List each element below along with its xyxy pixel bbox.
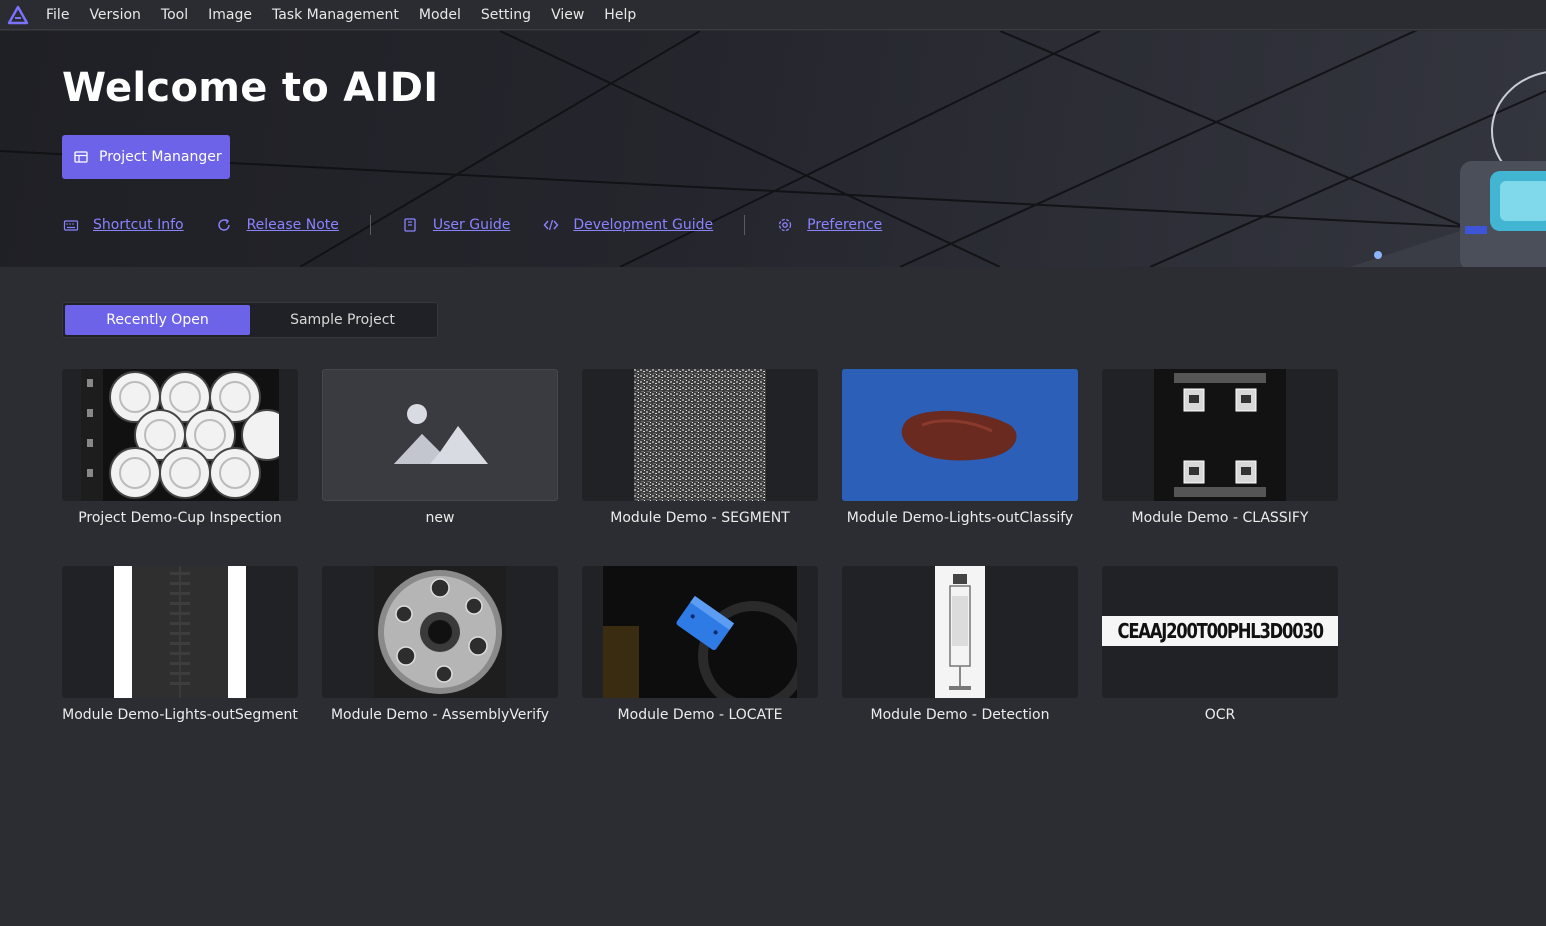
image-placeholder-icon [394,404,488,464]
project-name: Module Demo-Lights-outClassify [846,510,1074,526]
welcome-banner: Welcome to AIDI Project Mananger Shortcu… [0,31,1546,267]
page-title: Welcome to AIDI [62,65,439,111]
project-thumbnail [842,369,1078,501]
quick-links: Shortcut Info Release Note User Guide De… [62,214,882,236]
project-card[interactable]: Module Demo - CLASSIFY [1102,369,1338,526]
project-card[interactable]: Module Demo-Lights-outClassify [842,369,1078,526]
link-divider [369,215,371,235]
project-card[interactable]: Module Demo - Detection [842,566,1078,723]
book-icon [402,217,419,234]
project-name: OCR [1204,707,1236,723]
project-card[interactable]: Project Demo-Cup Inspection [62,369,298,526]
app-logo-icon[interactable] [0,0,36,30]
project-card[interactable]: Module Demo - AssemblyVerify [322,566,558,723]
menubar: File Version Tool Image Task Management … [0,0,1546,30]
preference-label: Preference [807,217,883,233]
project-manager-label: Project Mananger [99,149,222,165]
menu-image[interactable]: Image [198,0,262,30]
project-card[interactable]: new [322,369,558,526]
project-thumbnail: CEAAJ200T00PHL3D0030 [1102,566,1338,698]
menu-version[interactable]: Version [79,0,150,30]
project-thumbnail [842,566,1078,698]
menu-view[interactable]: View [541,0,594,30]
user-guide-label: User Guide [432,217,511,233]
shortcut-info-label: Shortcut Info [93,217,184,233]
tab-sample-project[interactable]: Sample Project [250,305,435,335]
project-name: Module Demo - AssemblyVerify [330,707,550,723]
project-thumbnail [322,369,558,501]
project-card[interactable]: Module Demo - LOCATE [582,566,818,723]
code-icon [542,217,559,234]
project-name: Project Demo-Cup Inspection [78,510,282,526]
refresh-icon [216,217,233,234]
project-name: Module Demo-Lights-outSegment [62,707,298,723]
project-name: Module Demo - CLASSIFY [1131,510,1309,526]
project-name: Module Demo - SEGMENT [610,510,790,526]
project-thumbnail [322,566,558,698]
keyboard-icon [62,217,79,234]
tab-recently-open[interactable]: Recently Open [65,305,250,335]
link-divider [744,215,746,235]
project-thumbnail [1102,369,1338,501]
project-thumbnail [582,369,818,501]
project-card[interactable]: Module Demo - SEGMENT [582,369,818,526]
project-thumbnail [62,369,298,501]
project-thumbnail [582,566,818,698]
project-tabs: Recently Open Sample Project [62,302,438,338]
project-manager-button[interactable]: Project Mananger [62,135,230,179]
gear-icon [776,217,793,234]
project-name: Module Demo - Detection [870,707,1050,723]
ocr-sample-text: CEAAJ200T00PHL3D0030 [1117,619,1323,643]
shortcut-info-link[interactable]: Shortcut Info [62,217,184,234]
release-note-label: Release Note [246,217,339,233]
user-guide-link[interactable]: User Guide [402,217,510,234]
project-name: new [425,510,455,526]
ocr-sample-strip: CEAAJ200T00PHL3D0030 [1102,616,1338,646]
release-note-link[interactable]: Release Note [216,217,339,234]
project-card[interactable]: CEAAJ200T00PHL3D0030 OCR [1102,566,1338,723]
project-thumbnail [62,566,298,698]
project-card[interactable]: Module Demo-Lights-outSegment [62,566,298,723]
menu-tool[interactable]: Tool [151,0,198,30]
project-manager-icon [72,149,89,166]
menu-task-management[interactable]: Task Management [262,0,409,30]
menu-model[interactable]: Model [409,0,471,30]
menu-help[interactable]: Help [594,0,646,30]
development-guide-link[interactable]: Development Guide [542,217,713,234]
development-guide-label: Development Guide [573,217,714,233]
menu-file[interactable]: File [36,0,79,30]
preference-link[interactable]: Preference [776,217,882,234]
project-name: Module Demo - LOCATE [617,707,783,723]
menu-setting[interactable]: Setting [471,0,541,30]
